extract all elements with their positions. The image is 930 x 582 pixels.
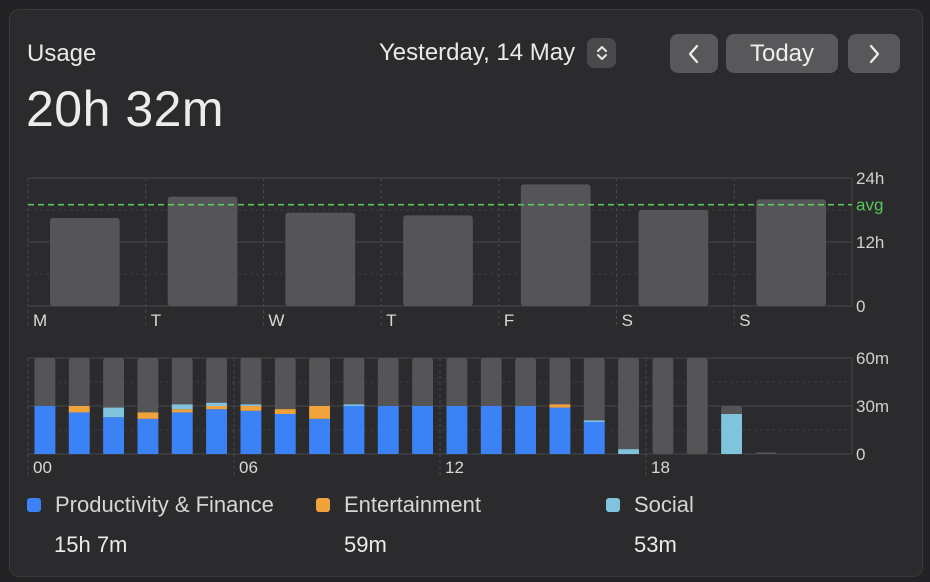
hour-bar-entertainment: [274, 409, 296, 414]
hour-bar-social: [103, 407, 124, 418]
hour-bar-entertainment: [137, 412, 159, 419]
legend-social[interactable]: Social: [606, 492, 694, 518]
hour-bar-productivity: [171, 412, 193, 454]
hour-bar-total: [618, 358, 639, 454]
hour-bar-productivity: [103, 417, 124, 454]
week-y-tick: 12h: [856, 233, 884, 252]
legend-social-label: Social: [634, 492, 694, 517]
entertainment-swatch: [316, 498, 330, 512]
hour-bar-entertainment: [240, 406, 262, 411]
hour-bar-total: [652, 358, 674, 454]
hour-bar-entertainment: [68, 406, 90, 413]
hour-bar-productivity: [274, 414, 296, 454]
week-day-label: T: [151, 311, 161, 330]
legend-productivity-label: Productivity & Finance: [55, 492, 274, 517]
hour-bar-productivity: [34, 406, 56, 454]
week-day-label: S: [622, 311, 633, 330]
hour-y-tick: 0: [856, 445, 865, 464]
hour-bar-productivity: [137, 418, 159, 454]
week-day-label: S: [739, 311, 750, 330]
hour-bar-entertainment: [206, 406, 227, 410]
week-bar: [520, 184, 591, 306]
hour-bar-entertainment: [549, 404, 571, 408]
hour-bar-social: [721, 414, 742, 454]
week-day-label: M: [33, 311, 47, 330]
hour-bar-productivity: [412, 406, 433, 454]
social-swatch: [606, 498, 620, 512]
hour-bar-total: [755, 452, 777, 454]
week-bar: [638, 210, 709, 306]
week-y-tick: 24h: [856, 169, 884, 188]
hour-tick-label: 00: [33, 458, 52, 477]
hour-bar-social: [171, 404, 193, 410]
productivity-swatch: [27, 498, 41, 512]
hour-bar-entertainment: [171, 409, 193, 413]
hour-bar-productivity: [446, 406, 468, 454]
hour-bar-productivity: [68, 412, 90, 454]
week-bar: [285, 212, 356, 306]
social-total: 53m: [634, 532, 677, 557]
hour-bar-productivity: [240, 410, 262, 454]
hour-tick-label: 18: [651, 458, 670, 477]
hour-bar-productivity: [343, 406, 365, 454]
hour-bar-social: [618, 449, 639, 454]
hour-bar-social: [343, 404, 365, 406]
hour-bar-productivity: [377, 406, 399, 454]
week-bar: [403, 215, 473, 306]
week-y-tick: 0: [856, 297, 865, 316]
productivity-total: 15h 7m: [54, 532, 128, 557]
hour-bar-total: [686, 358, 708, 454]
entertainment-total: 59m: [344, 532, 387, 557]
hour-bar-social: [206, 402, 227, 406]
hour-bar-social: [583, 420, 605, 422]
hour-tick-label: 12: [445, 458, 464, 477]
week-bar: [50, 218, 120, 306]
hour-bar-productivity: [206, 409, 227, 454]
week-bar: [756, 199, 826, 306]
hour-bar-productivity: [309, 418, 330, 454]
hour-bar-productivity: [583, 422, 605, 454]
legend-entertainment[interactable]: Entertainment: [316, 492, 481, 518]
legend-entertainment-label: Entertainment: [344, 492, 481, 517]
hour-y-tick: 60m: [856, 349, 889, 368]
hour-bar-entertainment: [309, 406, 330, 419]
hour-bar-productivity: [480, 406, 502, 454]
week-day-label: W: [268, 311, 284, 330]
hour-bar-productivity: [549, 407, 571, 454]
week-bar: [167, 196, 238, 306]
hour-y-tick: 30m: [856, 397, 889, 416]
average-label: avg: [856, 196, 883, 215]
week-day-label: T: [386, 311, 396, 330]
legend-productivity[interactable]: Productivity & Finance: [27, 492, 274, 518]
hour-bar-productivity: [515, 406, 536, 454]
week-day-label: F: [504, 311, 514, 330]
hour-bar-social: [240, 404, 262, 406]
hour-tick-label: 06: [239, 458, 258, 477]
